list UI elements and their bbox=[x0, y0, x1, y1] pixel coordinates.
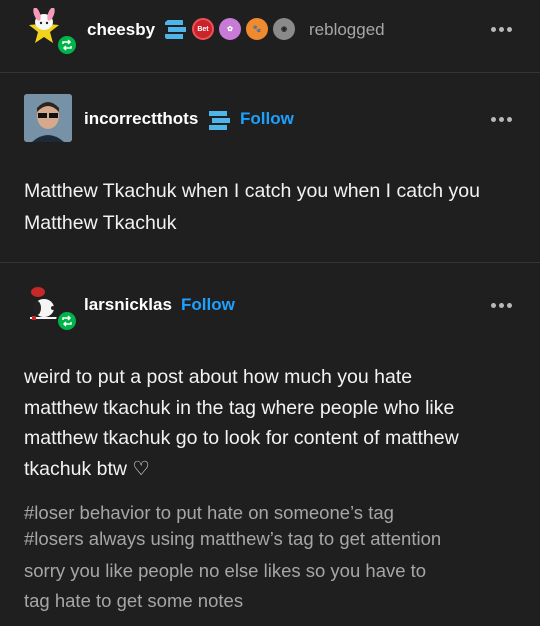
divider bbox=[0, 262, 540, 263]
text-line: weird to put a post about how much you h… bbox=[24, 366, 413, 388]
reblogger-username[interactable]: cheesby bbox=[87, 20, 155, 40]
post2-tags: #loser behavior to put hate on someone’s… bbox=[24, 500, 520, 614]
tag[interactable]: #losers always using matthew’s tag to ge… bbox=[24, 526, 520, 552]
post1-text: Matthew Tkachuk when I catch you when I … bbox=[24, 175, 520, 239]
post1-username[interactable]: incorrectthots bbox=[84, 109, 198, 129]
more-options-button[interactable] bbox=[491, 27, 512, 32]
text-line: Matthew Tkachuk bbox=[24, 212, 177, 234]
reblog-icon bbox=[56, 310, 78, 332]
checkmark-badge-icon bbox=[165, 20, 186, 39]
post2-more-options-button[interactable] bbox=[491, 303, 512, 308]
text-line: Matthew Tkachuk when I catch you when I … bbox=[24, 180, 480, 202]
post1-follow-button[interactable]: Follow bbox=[240, 109, 294, 129]
paw-badge-icon: 🐾 bbox=[246, 18, 268, 40]
reblogged-label: reblogged bbox=[309, 20, 385, 39]
tag[interactable]: tag hate to get some notes bbox=[24, 588, 520, 614]
divider bbox=[0, 72, 540, 73]
post2-text: weird to put a post about how much you h… bbox=[24, 362, 520, 484]
reblog-icon bbox=[56, 34, 78, 56]
text-line: matthew tkachuk go to look for content o… bbox=[24, 427, 459, 449]
text-line: matthew tkachuk in the tag where people … bbox=[24, 396, 455, 419]
tag[interactable]: sorry you like people no else likes so y… bbox=[24, 558, 520, 584]
post2-username[interactable]: larsnicklas bbox=[84, 295, 172, 315]
cat-badge-icon: ◉ bbox=[273, 18, 295, 40]
text-line: tkachuk btw ♡ bbox=[24, 457, 150, 480]
incorrectthots-avatar[interactable] bbox=[24, 94, 72, 142]
reblog-header: cheesby Bet ✿ 🐾 ◉ reblogged bbox=[0, 0, 540, 72]
checkmark-badge-icon bbox=[209, 111, 230, 130]
flower-badge-icon: ✿ bbox=[219, 18, 241, 40]
badge-row: Bet ✿ 🐾 ◉ bbox=[162, 16, 302, 44]
person-sunglasses-icon bbox=[24, 94, 72, 142]
tag[interactable]: #loser behavior to put hate on someone’s… bbox=[24, 500, 520, 526]
bet-badge-icon: Bet bbox=[192, 18, 214, 40]
post1-more-options-button[interactable] bbox=[491, 117, 512, 122]
post2-follow-button[interactable]: Follow bbox=[181, 295, 235, 315]
